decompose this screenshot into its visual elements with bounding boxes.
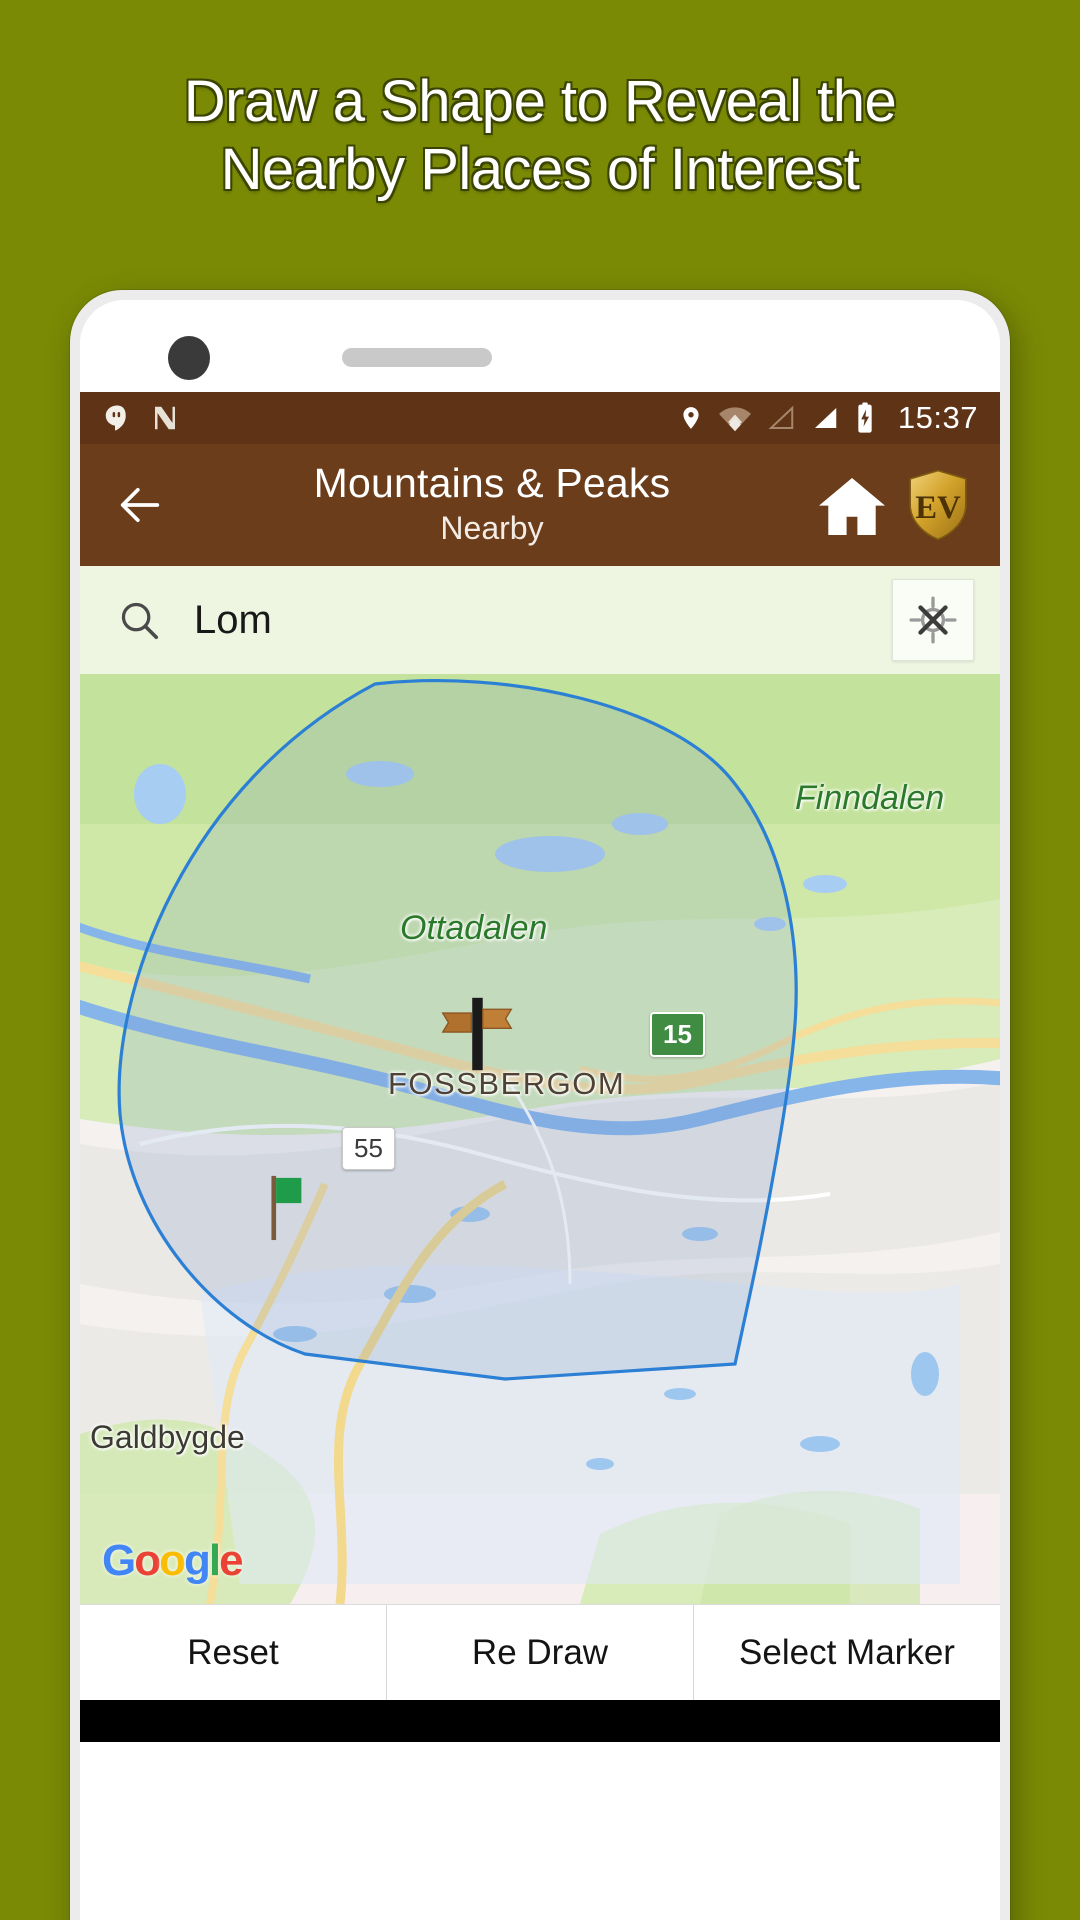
signal-empty-icon xyxy=(768,405,794,429)
search-icon-wrap xyxy=(102,597,176,643)
green-flag-marker[interactable] xyxy=(265,1172,309,1242)
status-bar: 15:37 xyxy=(80,392,1000,444)
road-shield-55: 55 xyxy=(342,1127,395,1170)
road-shield-15: 15 xyxy=(650,1012,705,1057)
promo-headline: Draw a Shape to Reveal the Nearby Places… xyxy=(0,68,1080,204)
location-disabled-icon xyxy=(909,596,957,644)
location-icon xyxy=(683,407,699,429)
news-icon xyxy=(155,406,175,430)
google-logo-letter: o xyxy=(134,1536,161,1585)
map-tiles xyxy=(80,674,1000,1604)
phone-mockup: 15:37 Mountains & Peaks Nearby EV Lom Fi… xyxy=(70,290,1010,1920)
earpiece-speaker xyxy=(342,348,492,367)
redraw-button[interactable]: Re Draw xyxy=(386,1605,693,1700)
action-button-bar: Reset Re Draw Select Marker xyxy=(80,1604,1000,1700)
home-icon xyxy=(819,478,885,535)
promo-headline-line1: Draw a Shape to Reveal the xyxy=(183,69,897,134)
system-navigation-bar xyxy=(80,1700,1000,1742)
google-logo-letter: o xyxy=(159,1536,186,1585)
google-logo-letter: G xyxy=(102,1536,136,1585)
app-bar: Mountains & Peaks Nearby EV xyxy=(80,444,1000,566)
phone-screen: 15:37 Mountains & Peaks Nearby EV Lom Fi… xyxy=(80,300,1000,1920)
signpost-marker[interactable] xyxy=(438,994,516,1074)
search-bar[interactable]: Lom xyxy=(80,566,1000,674)
search-input[interactable]: Lom xyxy=(176,598,892,643)
wifi-icon xyxy=(718,407,751,432)
front-camera-icon xyxy=(168,336,210,380)
app-logo[interactable]: EV xyxy=(898,469,978,541)
app-bar-titles: Mountains & Peaks Nearby xyxy=(178,462,806,547)
battery-charging-icon xyxy=(858,402,872,433)
promo-headline-line2: Nearby Places of Interest xyxy=(220,136,860,202)
google-logo-letter: e xyxy=(219,1536,244,1585)
back-button[interactable] xyxy=(102,479,178,531)
reset-button[interactable]: Reset xyxy=(80,1605,386,1700)
svg-text:EV: EV xyxy=(915,490,961,526)
back-arrow-icon xyxy=(120,487,160,523)
page-subtitle: Nearby xyxy=(440,509,544,546)
status-bar-clock: 15:37 xyxy=(897,400,978,435)
google-logo: Google xyxy=(102,1536,244,1586)
google-logo-letter: l xyxy=(208,1536,221,1585)
page-title: Mountains & Peaks xyxy=(313,460,671,507)
hangouts-icon xyxy=(105,405,126,431)
google-logo-letter: g xyxy=(184,1536,211,1585)
map-canvas[interactable]: Finndalen Ottadalen FOSSBERGOM Galdbygde… xyxy=(80,674,1000,1604)
signal-full-icon xyxy=(814,408,837,428)
search-icon xyxy=(121,602,159,640)
home-button[interactable] xyxy=(806,472,898,538)
phone-bezel-top xyxy=(80,300,1000,392)
select-marker-button[interactable]: Select Marker xyxy=(693,1605,1000,1700)
locate-me-button[interactable] xyxy=(892,579,974,661)
ev-shield-logo-icon: EV xyxy=(909,469,967,541)
